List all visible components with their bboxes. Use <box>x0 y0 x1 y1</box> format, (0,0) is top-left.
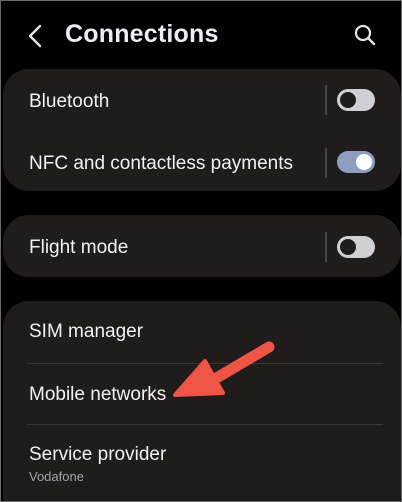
bluetooth-label: Bluetooth <box>29 91 110 112</box>
divider <box>325 85 327 115</box>
flight-mode-label: Flight mode <box>29 237 129 258</box>
settings-group-wireless: Bluetooth NFC and contactless payments <box>3 69 401 191</box>
toggle-knob <box>340 239 356 255</box>
flight-mode-toggle[interactable] <box>337 236 375 258</box>
sim-manager-label: SIM manager <box>29 321 144 342</box>
divider <box>325 148 327 178</box>
service-provider-row[interactable]: Service provider Vodafone <box>3 425 401 501</box>
search-button[interactable] <box>347 17 383 53</box>
nfc-label: NFC and contactless payments <box>29 153 294 174</box>
toggle-knob <box>356 154 372 170</box>
bluetooth-row[interactable]: Bluetooth <box>3 69 401 131</box>
search-icon <box>354 24 376 46</box>
sim-manager-row[interactable]: SIM manager <box>3 301 401 363</box>
mobile-networks-label: Mobile networks <box>29 384 167 405</box>
service-provider-label: Service provider <box>29 444 167 465</box>
back-button[interactable] <box>19 19 53 53</box>
bluetooth-toggle[interactable] <box>337 89 375 111</box>
flight-mode-row[interactable]: Flight mode <box>3 215 401 277</box>
nfc-toggle[interactable] <box>337 151 375 173</box>
settings-group-network: SIM manager Mobile networks Service prov… <box>3 301 401 501</box>
app-bar: Connections <box>1 1 401 67</box>
divider <box>325 232 327 262</box>
chevron-left-icon <box>28 24 42 48</box>
toggle-knob <box>340 92 356 108</box>
screen: Connections Bluetooth NFC and contactles… <box>0 0 402 502</box>
service-provider-value: Vodafone <box>29 469 84 484</box>
mobile-networks-row[interactable]: Mobile networks <box>3 364 401 424</box>
nfc-row[interactable]: NFC and contactless payments <box>3 131 401 191</box>
settings-group-flight: Flight mode <box>3 215 401 277</box>
page-title: Connections <box>65 20 219 48</box>
